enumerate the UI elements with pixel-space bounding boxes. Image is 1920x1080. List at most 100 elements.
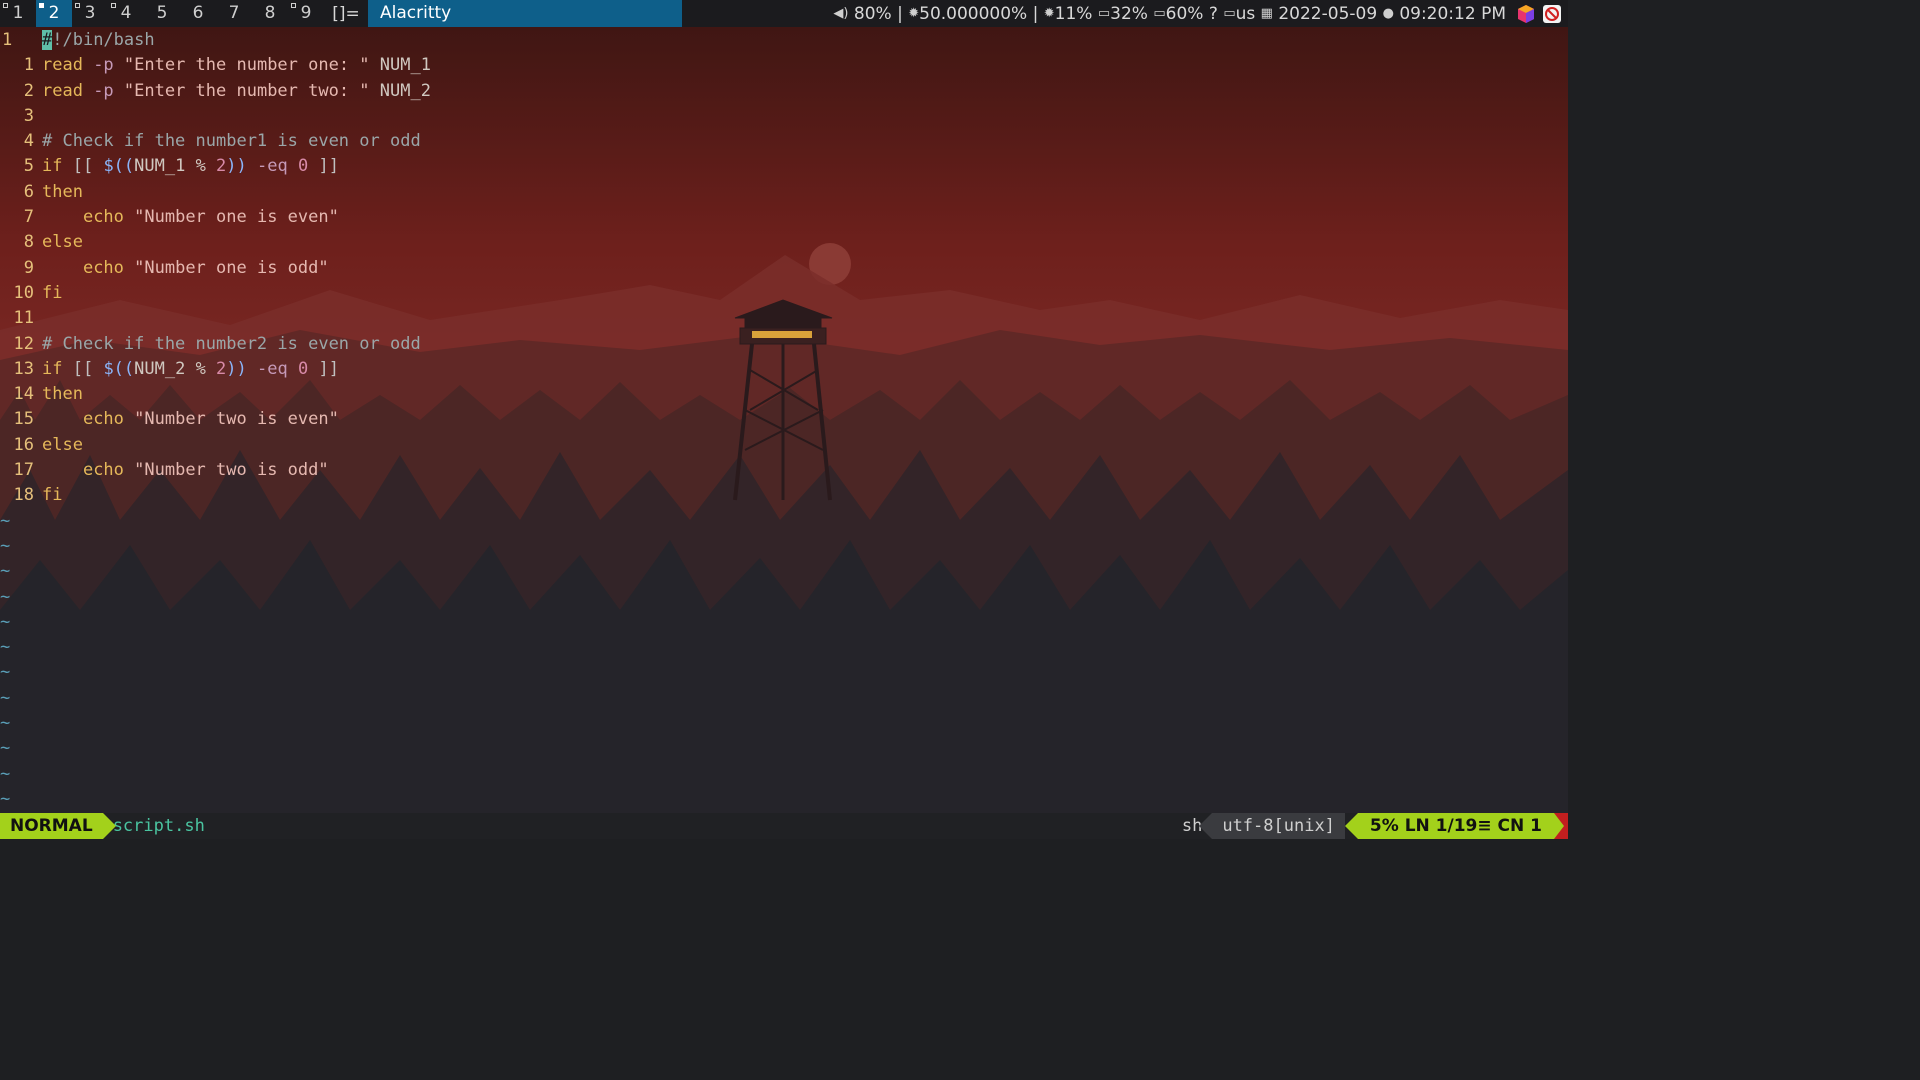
cursor-position: 5% LN 1/19≡ CN 1: [1344, 813, 1554, 839]
code-line[interactable]: 1 #!/bin/bash: [0, 28, 1568, 53]
file-name: script.sh: [112, 816, 205, 836]
code-line[interactable]: 1 read -p "Enter the number one: " NUM_1: [0, 53, 1568, 78]
workspace-tag-1[interactable]: 1: [0, 0, 36, 27]
system-tray: [1516, 4, 1562, 24]
code-token: )): [226, 358, 247, 379]
code-line[interactable]: 3: [0, 104, 1568, 129]
vim-editor-buffer[interactable]: 1 #!/bin/bash 1 read -p "Enter the number o…: [0, 28, 1568, 813]
code-token: NUM_1 %: [134, 156, 217, 177]
battery-state: ?: [1208, 3, 1218, 24]
code-line[interactable]: 17 echo "Number two is odd": [0, 458, 1568, 483]
code-line[interactable]: 14 then: [0, 382, 1568, 407]
layout-indicator[interactable]: []=: [324, 4, 368, 24]
tilde-marker: ~: [0, 662, 11, 683]
code-token: then: [42, 384, 83, 405]
code-token: [[: [62, 156, 104, 177]
line-number: 7: [23, 207, 34, 228]
code-token: read: [42, 80, 83, 101]
code-text: echo "Number one is even": [42, 205, 339, 230]
tilde-marker: ~: [0, 738, 11, 759]
cpu-icon: ✹: [1043, 6, 1055, 21]
tilde-marker: ~: [0, 637, 11, 658]
tilde-marker: ~: [0, 763, 11, 784]
line-number: 13: [13, 358, 34, 379]
code-token: 2: [216, 358, 227, 379]
empty-line-marker: ~: [0, 686, 1568, 711]
code-line[interactable]: 4 # Check if the number1 is even or odd: [0, 129, 1568, 154]
code-token: "Number one is even": [123, 207, 339, 228]
code-text: #!/bin/bash: [42, 28, 155, 53]
cube-app-icon[interactable]: [1516, 4, 1536, 24]
code-line[interactable]: 8 else: [0, 230, 1568, 255]
code-token: 2: [216, 156, 227, 177]
line-number: 5: [23, 156, 34, 177]
no-entry-icon[interactable]: [1542, 4, 1562, 24]
empty-line-marker: ~: [0, 509, 1568, 534]
code-token: $((: [103, 156, 135, 177]
vim-command-line[interactable]: [0, 839, 1568, 882]
workspace-tag-6[interactable]: 6: [180, 0, 216, 27]
file-encoding: utf-8[unix]: [1199, 813, 1345, 839]
code-line[interactable]: 6 then: [0, 180, 1568, 205]
occupied-marker: [39, 3, 44, 8]
code-token: fi: [42, 282, 63, 303]
line-number: 1: [2, 30, 13, 50]
empty-line-marker: ~: [0, 736, 1568, 761]
code-line[interactable]: 2 read -p "Enter the number two: " NUM_2: [0, 79, 1568, 104]
memory-value: 32%: [1110, 3, 1148, 24]
workspace-tag-5[interactable]: 5: [144, 0, 180, 27]
code-text: read -p "Enter the number one: " NUM_1: [42, 53, 431, 78]
code-token: echo: [82, 257, 124, 278]
mode-indicator: NORMAL: [0, 813, 116, 839]
code-token: if: [42, 358, 63, 379]
code-token: else: [42, 434, 83, 455]
code-line[interactable]: 9 echo "Number one is odd": [0, 256, 1568, 281]
occupied-marker: [111, 3, 116, 8]
workspace-tag-9[interactable]: 9: [288, 0, 324, 27]
line-number: 15: [13, 409, 34, 430]
line-number: 16: [13, 434, 34, 455]
empty-line-marker: ~: [0, 559, 1568, 584]
code-token: "Number two is even": [123, 409, 339, 430]
code-line[interactable]: 10 fi: [0, 281, 1568, 306]
workspace-tag-7[interactable]: 7: [216, 0, 252, 27]
line-number: 9: [23, 257, 34, 278]
workspace-tag-3[interactable]: 3: [72, 0, 108, 27]
separator: |: [1027, 3, 1044, 24]
code-token: echo: [82, 460, 124, 481]
clock-icon: ●: [1382, 6, 1394, 21]
workspace-tag-8[interactable]: 8: [252, 0, 288, 27]
window-title: Alacritty: [368, 0, 682, 27]
code-text: then: [42, 180, 83, 205]
empty-line-marker: ~: [0, 660, 1568, 685]
brightness-value: 50.000000%: [919, 3, 1028, 24]
code-token: NUM_1: [369, 55, 431, 76]
code-line[interactable]: 16 else: [0, 433, 1568, 458]
code-token: echo: [82, 207, 124, 228]
code-line[interactable]: 12 # Check if the number2 is even or odd: [0, 332, 1568, 357]
workspace-tag-4[interactable]: 4: [108, 0, 144, 27]
occupied-marker: [3, 3, 8, 8]
empty-line-marker: ~: [0, 711, 1568, 736]
memory-icon: ▭: [1097, 6, 1111, 21]
code-line[interactable]: 7 echo "Number one is even": [0, 205, 1568, 230]
code-token: "Number one is odd": [123, 257, 329, 278]
workspace-tag-2[interactable]: 2: [36, 0, 72, 27]
line-number: 6: [23, 181, 34, 202]
code-token: -p: [82, 55, 124, 76]
code-line[interactable]: 18 fi: [0, 483, 1568, 508]
code-token: ]]: [308, 358, 339, 379]
code-line[interactable]: 15 echo "Number two is even": [0, 407, 1568, 432]
tilde-marker: ~: [0, 788, 11, 809]
tilde-marker: ~: [0, 535, 11, 556]
code-line[interactable]: 5 if [[ $((NUM_1 % 2)) -eq 0 ]]: [0, 154, 1568, 179]
empty-line-marker: ~: [0, 787, 1568, 812]
empty-line-marker: ~: [0, 610, 1568, 635]
code-line[interactable]: 13 if [[ $((NUM_2 % 2)) -eq 0 ]]: [0, 357, 1568, 382]
line-number: 1: [23, 55, 34, 76]
code-token: NUM_2 %: [134, 358, 217, 379]
brightness-icon: ✹: [908, 6, 920, 21]
code-line[interactable]: 11: [0, 306, 1568, 331]
